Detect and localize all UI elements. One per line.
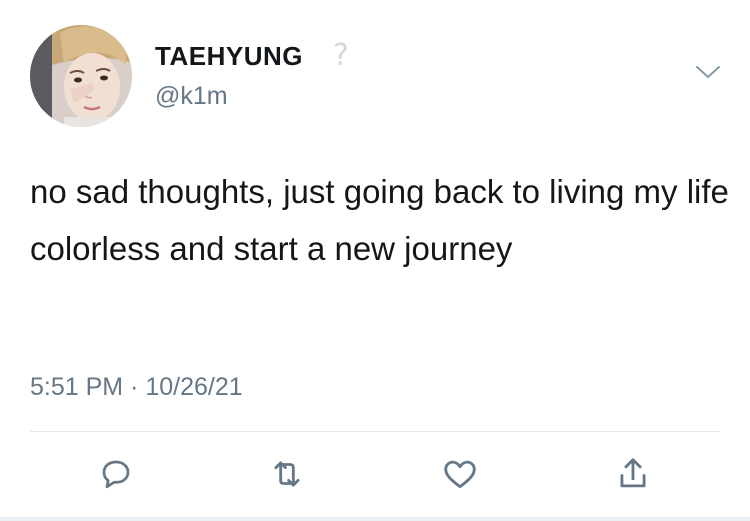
display-name[interactable]: TAEHYUNG [155, 41, 303, 72]
retweet-button[interactable] [265, 452, 309, 496]
bottom-divider [0, 517, 750, 521]
chevron-down-icon[interactable] [694, 62, 722, 82]
divider [30, 431, 720, 432]
heart-icon [444, 460, 476, 489]
like-button[interactable] [438, 452, 482, 496]
share-icon [620, 458, 646, 488]
handle[interactable]: @k1m [155, 82, 228, 111]
reply-button[interactable] [94, 452, 138, 496]
retweet-icon [274, 461, 300, 487]
avatar-image [30, 25, 132, 127]
timestamp[interactable]: 5:51 PM · 10/26/21 [30, 373, 243, 402]
tweet-text: no sad thoughts, just going back to livi… [30, 173, 729, 267]
name-emoji: ? [333, 38, 349, 73]
reply-icon [102, 460, 130, 489]
avatar[interactable] [30, 25, 132, 127]
share-button[interactable] [611, 452, 655, 496]
